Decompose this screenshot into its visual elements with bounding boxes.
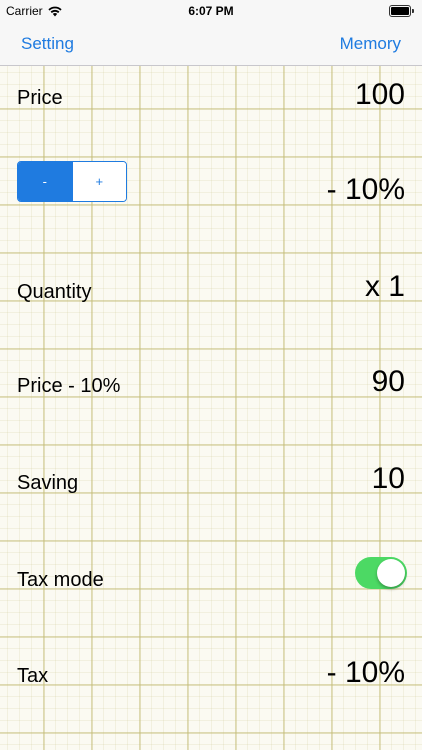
battery-fill	[391, 7, 409, 15]
battery-body	[389, 5, 411, 17]
status-bar: Carrier 6:07 PM	[0, 0, 422, 22]
status-time: 6:07 PM	[188, 4, 234, 18]
battery-icon	[389, 5, 414, 17]
price-value: 100	[354, 78, 405, 111]
graph-paper-content: Price 100 - + - 10% Quantity x 1 Price -…	[0, 66, 422, 750]
battery-tip	[412, 9, 414, 13]
discounted-price-value: 90	[371, 365, 405, 398]
plus-segment[interactable]: +	[71, 162, 126, 201]
saving-label: Saving	[17, 472, 79, 494]
tax-mode-label: Tax mode	[17, 569, 104, 591]
discount-segmented-control[interactable]: - +	[17, 161, 127, 202]
toggle-knob[interactable]	[377, 559, 405, 587]
quantity-value: x 1	[364, 270, 405, 303]
minus-segment[interactable]: -	[18, 162, 72, 201]
setting-button[interactable]: Setting	[21, 34, 74, 54]
saving-value: 10	[371, 462, 405, 495]
memory-button[interactable]: Memory	[340, 34, 401, 54]
tax-mode-toggle[interactable]	[355, 557, 407, 589]
navigation-bar: Setting Memory	[0, 22, 422, 66]
tax-label: Tax	[17, 665, 49, 687]
quantity-label: Quantity	[17, 281, 92, 303]
tax-value: - 10%	[326, 656, 405, 689]
discounted-price-label: Price - 10%	[17, 375, 121, 397]
app-screen: Carrier 6:07 PM Setting Memory Price 100…	[0, 0, 422, 750]
discount-value: - 10%	[326, 173, 405, 206]
price-label: Price	[17, 87, 63, 109]
